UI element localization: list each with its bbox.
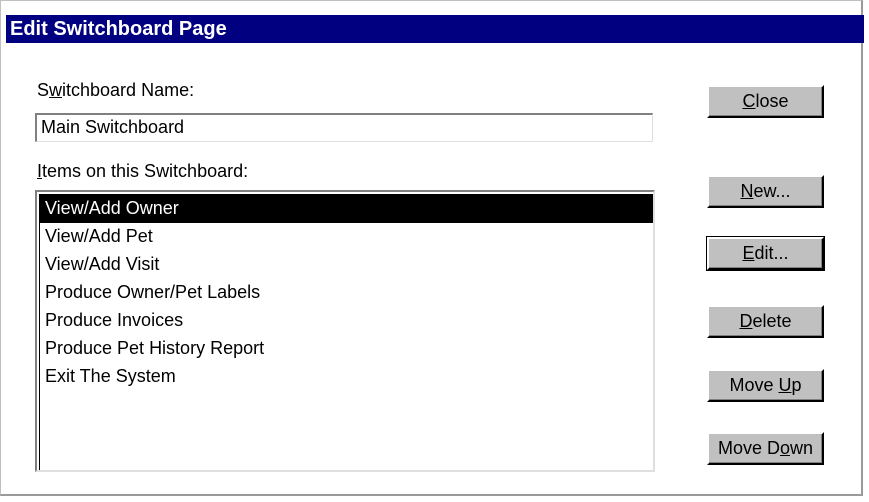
switchboard-name-label-pre: S	[37, 80, 50, 100]
list-item[interactable]: View/Add Pet	[40, 223, 653, 251]
list-item[interactable]: View/Add Visit	[40, 251, 653, 279]
edit-button-accesskey: E	[742, 243, 755, 263]
items-label: Items on this Switchboard:	[37, 161, 248, 182]
move-up-button-accesskey: U	[778, 375, 792, 395]
new-button-label: ew...	[753, 181, 791, 201]
new-button[interactable]: New...	[707, 175, 824, 208]
items-list: View/Add Owner View/Add Pet View/Add Vis…	[39, 194, 653, 470]
move-down-button-accesskey: o	[779, 438, 790, 458]
close-button-accesskey: C	[742, 91, 756, 111]
close-button[interactable]: Close	[707, 85, 824, 118]
move-down-button[interactable]: Move Down	[707, 432, 824, 465]
move-down-button-label-post: wn	[790, 438, 814, 458]
items-label-post: tems on this Switchboard:	[42, 161, 249, 181]
dialog-title: Edit Switchboard Page	[6, 15, 864, 43]
close-button-label: lose	[755, 91, 789, 111]
move-down-button-label-pre: Move D	[717, 438, 780, 458]
list-item[interactable]: Produce Pet History Report	[40, 335, 653, 363]
delete-button-label: elete	[752, 311, 792, 331]
switchboard-name-label: Switchboard Name:	[37, 80, 194, 101]
new-button-accesskey: N	[740, 181, 754, 201]
items-listbox[interactable]: View/Add Owner View/Add Pet View/Add Vis…	[35, 190, 655, 472]
delete-button[interactable]: Delete	[707, 305, 824, 338]
delete-button-accesskey: D	[739, 311, 753, 331]
move-up-button[interactable]: Move Up	[707, 369, 824, 402]
list-item[interactable]: Exit The System	[40, 363, 653, 391]
switchboard-name-label-accesskey: w	[49, 80, 63, 100]
edit-button-label: dit...	[754, 243, 789, 263]
edit-button[interactable]: Edit...	[706, 236, 825, 271]
list-item[interactable]: Produce Owner/Pet Labels	[40, 279, 653, 307]
list-item[interactable]: Produce Invoices	[40, 307, 653, 335]
move-up-button-label-post: p	[791, 375, 802, 395]
switchboard-name-field[interactable]: Main Switchboard	[35, 113, 653, 142]
move-up-button-label-pre: Move	[729, 375, 779, 395]
edit-switchboard-dialog: Edit Switchboard Page Switchboard Name: …	[0, 0, 864, 496]
list-item[interactable]: View/Add Owner	[40, 195, 653, 223]
switchboard-name-label-post: itchboard Name:	[62, 80, 195, 100]
